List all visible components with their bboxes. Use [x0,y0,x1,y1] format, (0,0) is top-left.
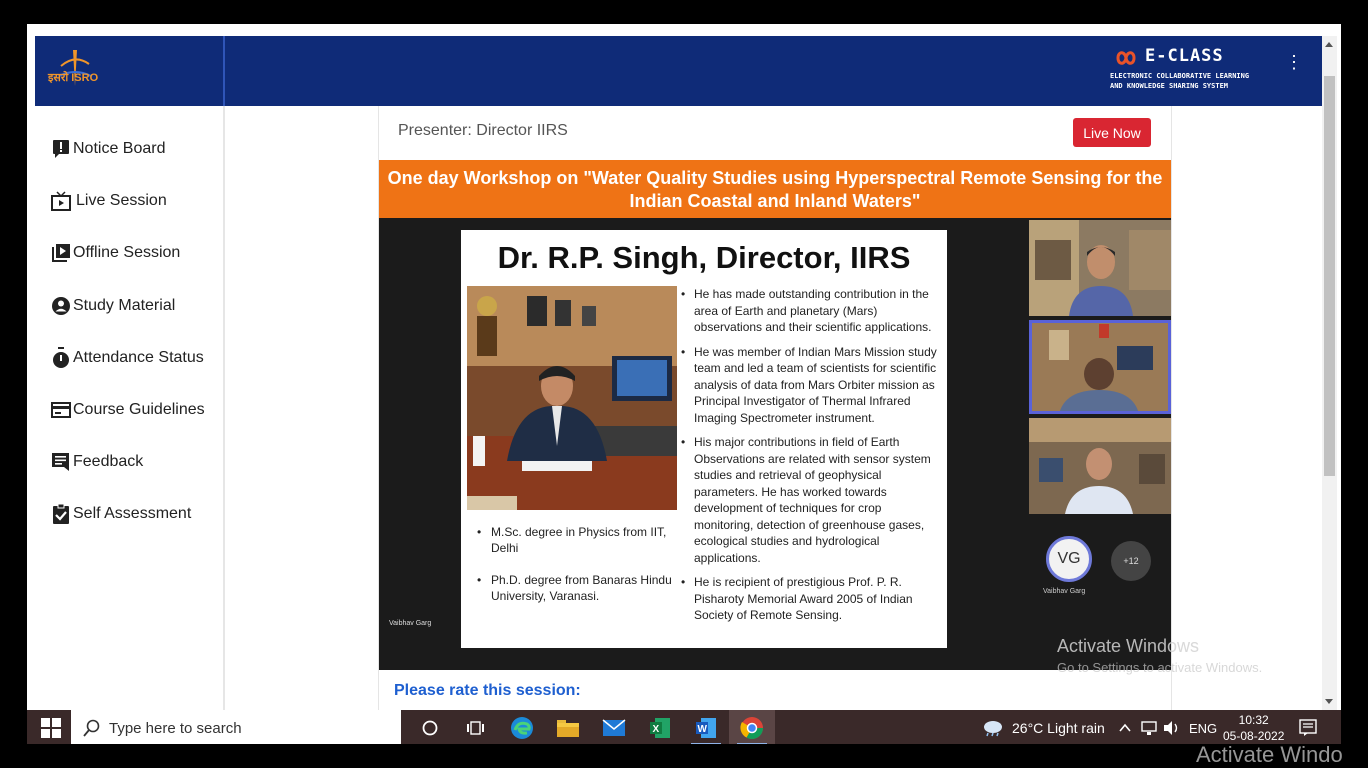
slide-bullet: His major contributions in field of Eart… [679,434,941,566]
windows-start-icon[interactable] [41,718,61,738]
workshop-banner: One day Workshop on "Water Quality Studi… [379,160,1171,218]
presentation-slide: Dr. R.P. Singh, Director, IIRS • M.Sc. d… [461,230,947,648]
sidebar-item-study-material[interactable]: Study Material [51,291,175,321]
video-library-icon [51,242,71,264]
mail-icon[interactable] [591,710,637,744]
presenter-label: Presenter: Director IIRS [398,122,568,139]
weather-widget[interactable]: 26°C Light rain [982,710,1105,744]
svg-text:W: W [698,724,708,735]
scroll-up-arrow-icon[interactable] [1325,42,1333,47]
video-player[interactable]: Dr. R.P. Singh, Director, IIRS • M.Sc. d… [379,218,1171,670]
slide-title: Dr. R.P. Singh, Director, IIRS [497,240,911,275]
org-logo[interactable]: इसरो ISRO [35,36,225,106]
clock[interactable]: 10:32 05-08-2022 [1223,710,1284,744]
stopwatch-icon [51,347,71,369]
scroll-down-arrow-icon[interactable] [1325,699,1333,704]
browser-frame: इसरो ISRO E-CLASS ELECTRONIC COLLABORATI… [25,22,1343,746]
edge-browser-icon[interactable] [499,710,545,744]
tv-icon [51,190,71,212]
excel-icon[interactable]: X [637,710,683,744]
rocket-logo-icon [58,50,92,86]
live-session-card: Presenter: Director IIRS Live Now One da… [378,106,1172,710]
slide-right-bullets: He has made outstanding contribution in … [679,286,941,632]
taskbar-search-box[interactable]: Type here to search [71,710,401,744]
feedback-icon [51,451,71,473]
search-icon [83,719,100,737]
active-indicator [737,743,767,744]
sidebar-item-label: Feedback [73,453,144,470]
brand-subtitle: ELECTRONIC COLLABORATIVE LEARNING AND KN… [1110,71,1275,91]
network-icon[interactable] [1141,710,1159,744]
notification-icon[interactable] [1299,710,1317,744]
volume-icon[interactable] [1163,710,1181,744]
activate-windows-subtitle: Go to Settings to activate Windows. [1057,660,1263,675]
sidebar-item-attendance-status[interactable]: Attendance Status [51,343,204,373]
notice-icon [51,138,71,160]
slide-bullet: He was member of Indian Mars Mission stu… [679,344,941,427]
sidebar-item-label: Course Guidelines [73,401,205,418]
speaker-name-label: Vaibhav Garg [389,620,432,627]
windows-taskbar: Type here to search X W 26°C Light rain … [27,710,1341,744]
participant-avatar[interactable]: VG [1046,536,1092,582]
sidebar-item-self-assessment[interactable]: Self Assessment [51,499,191,529]
activate-windows-title: Activate Windows [1057,636,1200,656]
language-indicator[interactable]: ENG [1189,710,1217,744]
sidebar-item-label: Study Material [73,297,176,314]
sidebar-item-notice-board[interactable]: Notice Board [51,134,166,164]
scroll-thumb[interactable] [1324,76,1335,476]
slide-left-bullets: M.Sc. degree in Physics from IIT, Delhi … [475,524,685,620]
brand-title: E-CLASS [1145,46,1224,66]
file-explorer-icon[interactable] [545,710,591,744]
sidebar-item-label: Self Assessment [73,505,192,522]
sidebar-item-label: Attendance Status [73,349,204,366]
weather-text: 26°C Light rain [1012,720,1105,736]
live-now-button[interactable]: Live Now [1073,118,1151,147]
slide-bullet: He has made outstanding contribution in … [679,286,941,336]
task-view-icon[interactable] [453,710,499,744]
participant-video-tile[interactable] [1029,418,1171,514]
page-scrollbar[interactable] [1322,36,1337,710]
sidebar-item-label: Offline Session [73,244,181,261]
more-menu-icon[interactable]: ⋮ [1285,53,1303,82]
user-circle-icon [51,295,71,317]
slide-bullet: He is recipient of prestigious Prof. P. … [679,574,941,624]
sidebar: Notice Board Live Session Offline Sessio… [35,106,225,710]
participant-video-tile[interactable] [1029,220,1171,316]
banner-line1: One day Workshop on "Water Quality Studi… [387,168,1163,188]
tray-overflow-icon[interactable] [1119,710,1131,744]
more-participants-button[interactable]: +12 [1111,541,1151,581]
brand-subtitle-line2: AND KNOWLEDGE SHARING SYSTEM [1110,82,1229,90]
sidebar-item-label: Live Session [76,192,167,209]
eclass-brand: E-CLASS ELECTRONIC COLLABORATIVE LEARNIN… [1110,44,1280,96]
card-icon [51,399,71,421]
search-placeholder: Type here to search [109,719,242,737]
cloud-rain-icon [984,721,1002,737]
word-icon[interactable]: W [683,710,729,744]
slide-bullet: Ph.D. degree from Banaras Hindu Universi… [475,572,685,604]
sidebar-item-offline-session[interactable]: Offline Session [51,238,180,268]
banner-line2: Indian Coastal and Inland Waters" [629,191,921,211]
clipboard-check-icon [51,503,71,525]
sidebar-item-feedback[interactable]: Feedback [51,447,143,477]
participant-video-tile-active[interactable] [1029,320,1171,414]
org-logo-text: इसरो ISRO [48,72,99,84]
infinity-logo-icon [1116,51,1136,65]
brand-subtitle-line1: ELECTRONIC COLLABORATIVE LEARNING [1110,72,1250,80]
svg-text:X: X [653,724,660,735]
clock-time: 10:32 [1238,713,1269,727]
cortana-icon[interactable] [407,710,453,744]
chrome-icon[interactable] [729,710,775,744]
participant-name: Vaibhav Garg [1043,588,1086,595]
sidebar-item-label: Notice Board [73,140,166,157]
page-viewport: इसरो ISRO E-CLASS ELECTRONIC COLLABORATI… [35,36,1322,710]
sidebar-item-live-session[interactable]: Live Session [51,186,167,216]
sidebar-item-course-guidelines[interactable]: Course Guidelines [51,395,205,425]
rate-session-prompt: Please rate this session: [394,682,581,699]
slide-bullet: M.Sc. degree in Physics from IIT, Delhi [475,524,685,556]
director-photo [467,286,677,510]
active-indicator [691,743,721,744]
top-header: इसरो ISRO E-CLASS ELECTRONIC COLLABORATI… [35,36,1322,106]
activate-windows-overflow: Activate Windo [1196,742,1343,767]
